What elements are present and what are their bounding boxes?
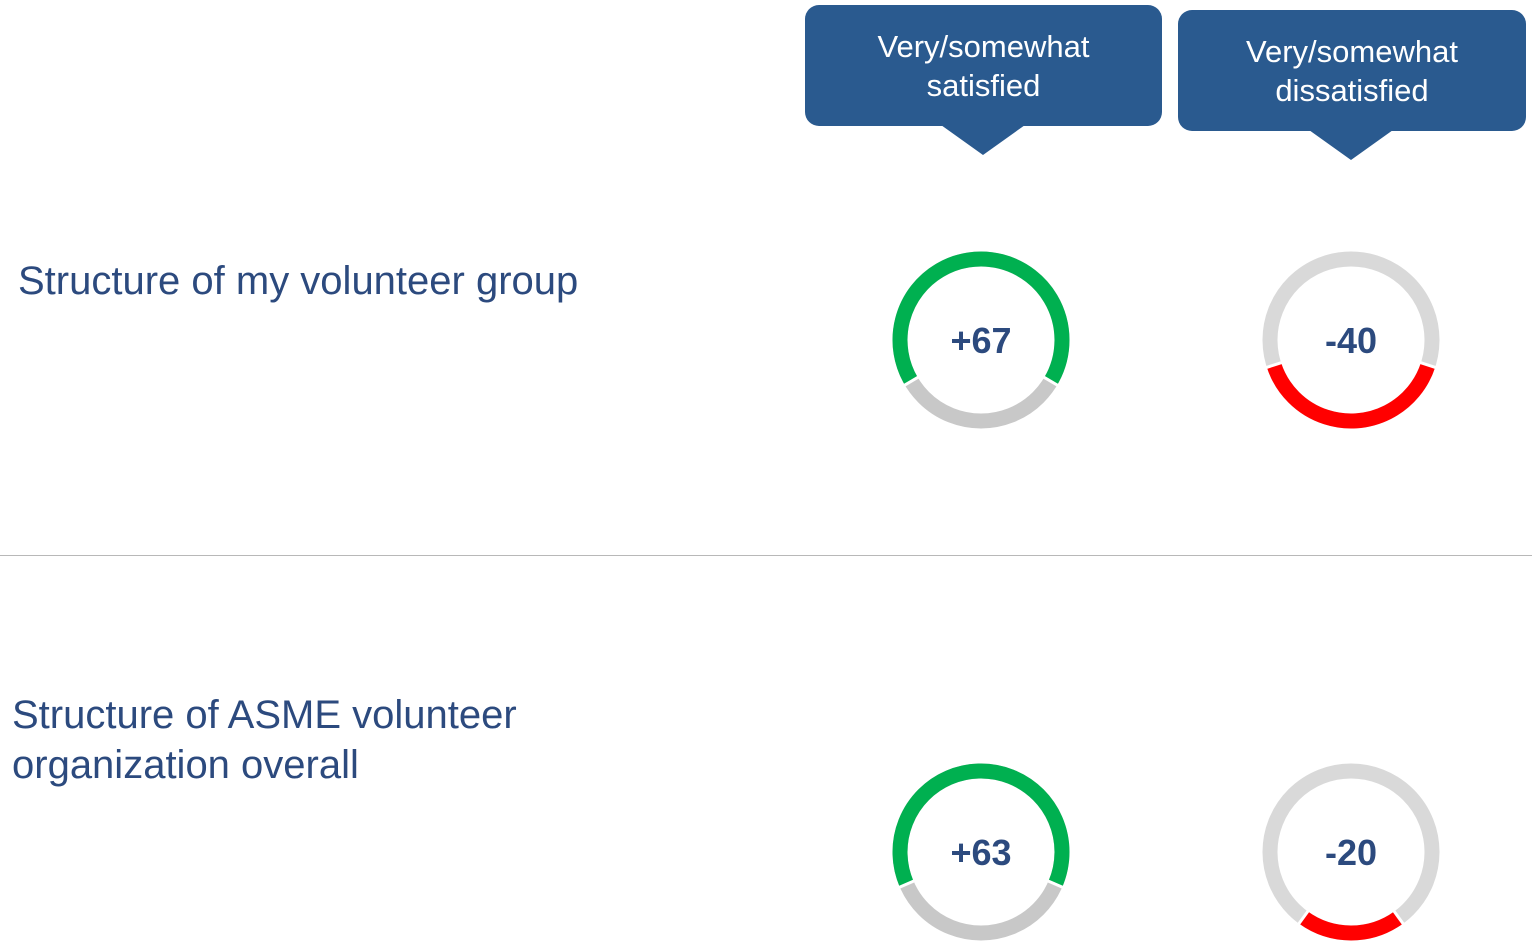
donut-dissatisfied-asme-organization: -20 bbox=[1262, 763, 1440, 941]
header-dissatisfied-pointer bbox=[1309, 130, 1393, 160]
donut-value-label: -40 bbox=[1325, 320, 1377, 361]
header-satisfied-label: Very/somewhat satisfied bbox=[877, 28, 1090, 103]
header-satisfied-pointer bbox=[941, 125, 1025, 155]
header-dissatisfied-label: Very/somewhat dissatisfied bbox=[1246, 33, 1458, 108]
row-label-asme-organization: Structure of ASME volunteer organization… bbox=[12, 693, 517, 787]
donut-value-label: +63 bbox=[950, 832, 1011, 873]
row-label-volunteer-group: Structure of my volunteer group bbox=[18, 259, 579, 303]
header-satisfied: Very/somewhat satisfied bbox=[805, 5, 1162, 126]
donut-dissatisfied-volunteer-group: -40 bbox=[1262, 251, 1440, 429]
donut-satisfied-volunteer-group: +67 bbox=[892, 251, 1070, 429]
donut-satisfied-asme-organization: +63 bbox=[892, 763, 1070, 941]
row-divider bbox=[0, 555, 1532, 556]
header-dissatisfied: Very/somewhat dissatisfied bbox=[1178, 10, 1526, 131]
donut-value-label: -20 bbox=[1325, 832, 1377, 873]
donut-value-label: +67 bbox=[950, 320, 1011, 361]
